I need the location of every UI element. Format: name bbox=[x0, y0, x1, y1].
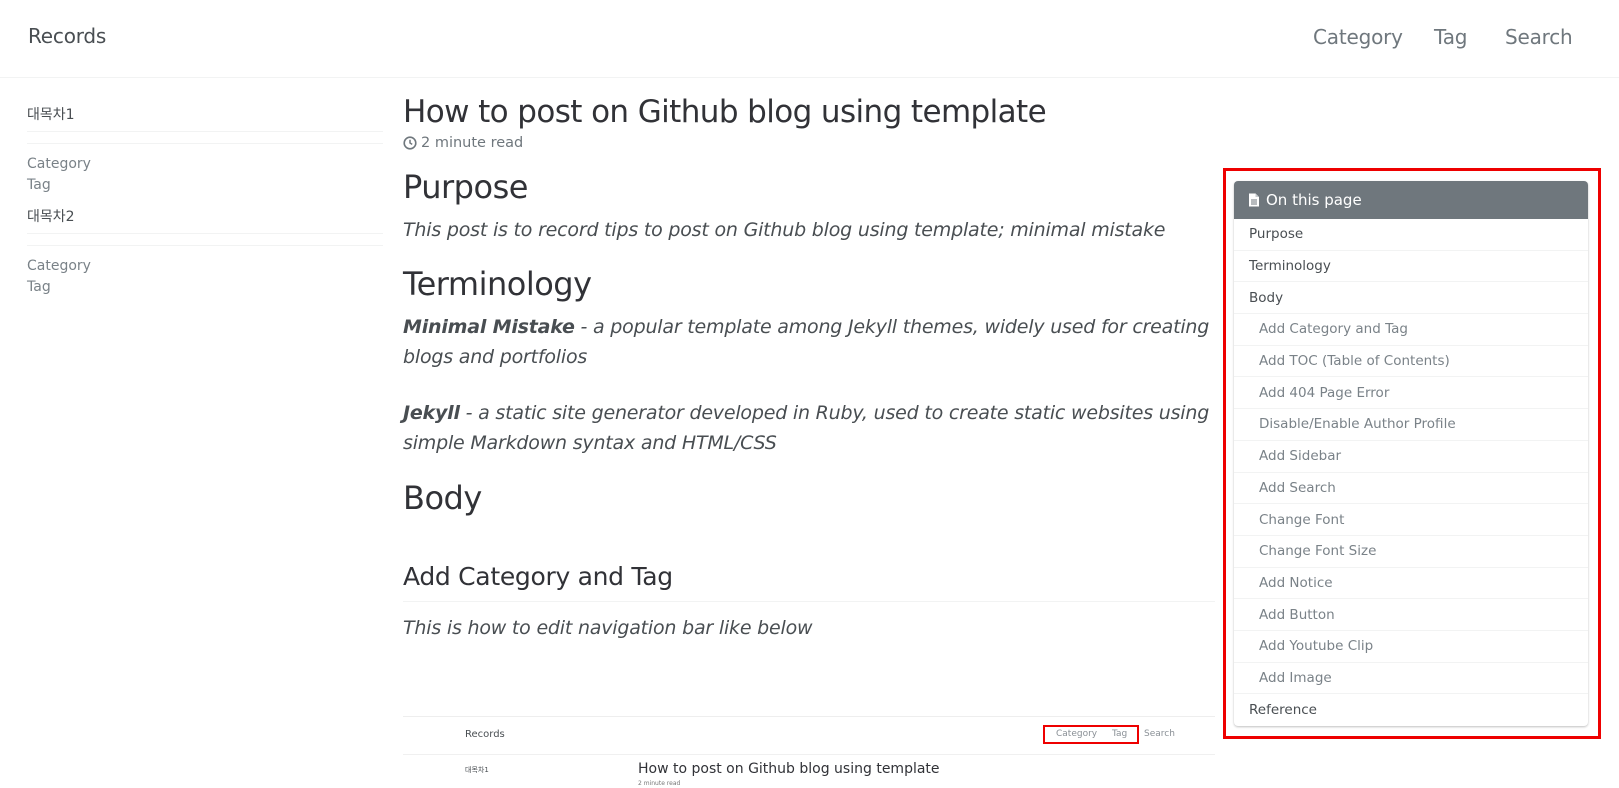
toc-item-add-button[interactable]: Add Button bbox=[1234, 599, 1588, 631]
toc-item-add-youtube-clip[interactable]: Add Youtube Clip bbox=[1234, 631, 1588, 663]
toc: On this page Purpose Terminology Body Add C… bbox=[1234, 181, 1588, 726]
toc-list: Purpose Terminology Body Add Category and T… bbox=[1234, 219, 1588, 726]
sidebar-group-title[interactable]: 대목차2 bbox=[27, 202, 383, 234]
term-name: Minimal Mistake bbox=[403, 316, 575, 339]
site-title[interactable]: Records bbox=[28, 24, 106, 48]
toc-header-label: On this page bbox=[1266, 191, 1362, 209]
nav-link-category[interactable]: Category bbox=[1313, 25, 1403, 49]
image-brand: Records bbox=[465, 729, 505, 740]
image-read-time: 2 minute read bbox=[638, 780, 681, 787]
nav-link-search[interactable]: Search bbox=[1505, 25, 1573, 49]
term-desc: - a static site generator developed in R… bbox=[403, 402, 1210, 455]
toc-item-add-category-and-tag[interactable]: Add Category and Tag bbox=[1234, 314, 1588, 346]
toc-item-terminology[interactable]: Terminology bbox=[1234, 251, 1588, 283]
toc-item-change-font[interactable]: Change Font bbox=[1234, 504, 1588, 536]
article: How to post on Github blog using templat… bbox=[403, 92, 1215, 643]
heading-purpose: Purpose bbox=[403, 168, 528, 207]
heading-add-category-tag: Add Category and Tag bbox=[403, 562, 1215, 603]
heading-body: Body bbox=[403, 479, 482, 518]
toc-item-add-search[interactable]: Add Search bbox=[1234, 473, 1588, 505]
toc-item-body[interactable]: Body bbox=[1234, 282, 1588, 315]
sidebar-item-category[interactable]: Category bbox=[27, 154, 383, 175]
sidebar-group: 대목차1 bbox=[27, 100, 383, 144]
read-time-text: 2 minute read bbox=[421, 135, 524, 152]
nav-link-tag[interactable]: Tag bbox=[1434, 25, 1467, 49]
toc-item-add-toc-table-of-contents[interactable]: Add TOC (Table of Contents) bbox=[1234, 346, 1588, 378]
sidebar-group-title[interactable]: 대목차1 bbox=[27, 100, 383, 132]
sidebar-item-tag[interactable]: Tag bbox=[27, 277, 383, 298]
navbar-example-image: Records Category Tag Search 대목차1 How to … bbox=[403, 716, 1215, 788]
clock-icon bbox=[403, 136, 417, 150]
sidebar-group: 대목차2 bbox=[27, 202, 383, 246]
sidebar-item-category[interactable]: Category bbox=[27, 256, 383, 277]
page-title: How to post on Github blog using templat… bbox=[403, 94, 1047, 130]
term-jekyll: Jekyll - a static site generator develop… bbox=[403, 398, 1215, 458]
toc-item-change-font-size[interactable]: Change Font Size bbox=[1234, 536, 1588, 568]
image-link-category: Category bbox=[1056, 729, 1098, 739]
purpose-text: This post is to record tips to post on G… bbox=[403, 219, 1166, 242]
toc-header: On this page bbox=[1234, 181, 1588, 219]
term-name: Jekyll bbox=[403, 402, 460, 425]
sidebar-group-items: Category Tag bbox=[27, 144, 383, 196]
image-nav: Records Category Tag Search bbox=[403, 717, 1215, 755]
file-icon bbox=[1249, 193, 1259, 207]
sidebar-group-items: Category Tag bbox=[27, 246, 383, 298]
read-time: 2 minute read bbox=[403, 135, 1215, 151]
toc-item-add-notice[interactable]: Add Notice bbox=[1234, 568, 1588, 600]
term-minimal-mistake: Minimal Mistake - a popular template amo… bbox=[403, 312, 1215, 372]
toc-item-add-image[interactable]: Add Image bbox=[1234, 663, 1588, 695]
masthead: Records Category Tag Search bbox=[0, 0, 1619, 78]
toc-item-purpose[interactable]: Purpose bbox=[1234, 219, 1588, 251]
toc-item-reference[interactable]: Reference bbox=[1234, 694, 1588, 726]
sub-text: This is how to edit navigation bar like … bbox=[403, 617, 813, 640]
image-sidebar-title: 대목차1 bbox=[465, 766, 489, 774]
sidebar-item-tag[interactable]: Tag bbox=[27, 175, 383, 196]
sidebar: 대목차1 Category Tag 대목차2 Category Tag bbox=[27, 100, 383, 298]
heading-terminology: Terminology bbox=[403, 265, 592, 304]
image-title: How to post on Github blog using templat… bbox=[638, 761, 940, 777]
image-link-search: Search bbox=[1144, 729, 1175, 739]
toc-item-add-404-page-error[interactable]: Add 404 Page Error bbox=[1234, 377, 1588, 410]
toc-item-add-sidebar[interactable]: Add Sidebar bbox=[1234, 441, 1588, 473]
image-link-tag: Tag bbox=[1112, 729, 1128, 739]
toc-item-disable-enable-author-profile[interactable]: Disable/Enable Author Profile bbox=[1234, 409, 1588, 441]
